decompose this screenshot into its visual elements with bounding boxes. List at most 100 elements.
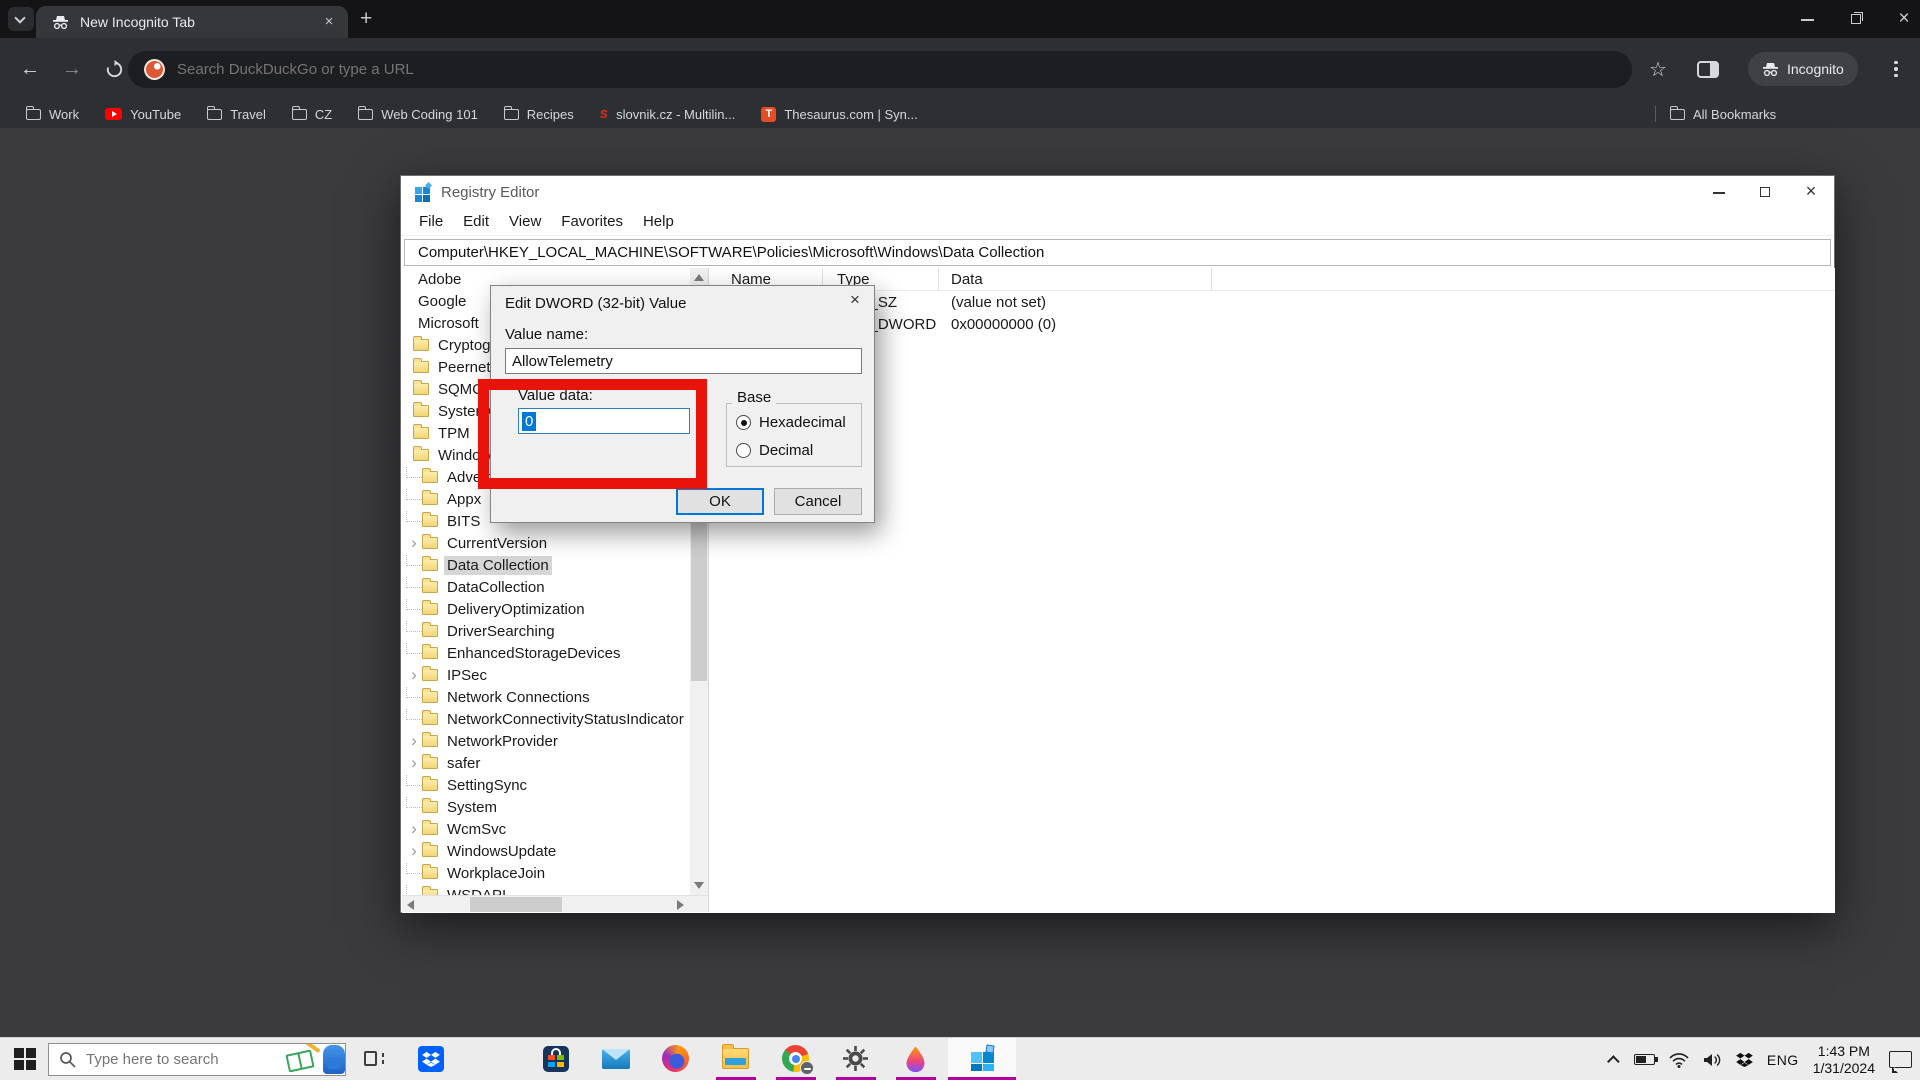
dropbox-tray-icon[interactable] <box>1736 1052 1753 1067</box>
registry-maximize-button[interactable] <box>1742 176 1788 208</box>
value-name-field[interactable] <box>505 348 862 374</box>
folder-icon <box>422 713 438 725</box>
battery-icon[interactable] <box>1634 1054 1655 1065</box>
browser-minimize-button[interactable] <box>1798 9 1818 29</box>
side-panel-icon[interactable] <box>1697 61 1719 78</box>
expand-arrow-icon[interactable]: › <box>406 841 422 861</box>
tree-item-safer[interactable]: ›safer <box>406 752 690 774</box>
language-indicator[interactable]: ENG <box>1767 1052 1799 1068</box>
bookmark-slovnik-cz-multilin[interactable]: sslovnik.cz - Multilin... <box>600 107 736 122</box>
registry-close-button[interactable]: × <box>1788 176 1834 208</box>
tree-item-datacollection[interactable]: DataCollection <box>406 576 690 598</box>
dialog-close-icon[interactable]: × <box>836 286 874 316</box>
tree-item-system[interactable]: System <box>406 796 690 818</box>
address-bar[interactable] <box>128 51 1632 88</box>
value-row-default[interactable]: (Default)REG_SZ(value not set) <box>709 291 1835 313</box>
tree-item-label: Network Connections <box>444 688 593 707</box>
tree-item-label: CurrentVersion <box>444 534 550 553</box>
registry-editor-taskbar-tile[interactable] <box>948 1038 1016 1080</box>
horizontal-scroll-thumb[interactable] <box>470 897 562 912</box>
expand-arrow-icon[interactable]: › <box>406 665 422 685</box>
bookmark-recipes[interactable]: Recipes <box>504 107 574 122</box>
tab-new-incognito[interactable]: New Incognito Tab × <box>36 6 348 38</box>
bookmark-travel[interactable]: Travel <box>207 107 266 122</box>
wifi-icon[interactable] <box>1669 1052 1689 1068</box>
radio-selected-icon[interactable] <box>736 415 751 430</box>
start-button[interactable] <box>14 1048 36 1070</box>
menu-view[interactable]: View <box>499 213 551 230</box>
paint-droplet-icon[interactable] <box>902 1045 930 1073</box>
ok-button[interactable]: OK <box>676 488 764 515</box>
bookmark-youtube[interactable]: YouTube <box>105 107 181 122</box>
registry-minimize-button[interactable] <box>1696 176 1742 208</box>
registry-address-bar[interactable]: Computer\HKEY_LOCAL_MACHINE\SOFTWARE\Pol… <box>404 239 1831 266</box>
scroll-right-icon[interactable] <box>677 900 684 910</box>
tree-item-networkprovider[interactable]: ›NetworkProvider <box>406 730 690 752</box>
back-icon[interactable]: ← <box>14 38 46 100</box>
menu-edit[interactable]: Edit <box>453 213 499 230</box>
reload-icon[interactable] <box>98 38 130 100</box>
expand-arrow-icon[interactable]: › <box>406 533 422 553</box>
menu-favorites[interactable]: Favorites <box>551 213 633 230</box>
all-bookmarks-button[interactable]: All Bookmarks <box>1670 107 1776 122</box>
forward-icon[interactable]: → <box>56 38 88 100</box>
bookmark-work[interactable]: Work <box>26 107 79 122</box>
column-header-data[interactable]: Data <box>939 268 1212 290</box>
tree-item-wcmsvc[interactable]: ›WcmSvc <box>406 818 690 840</box>
scroll-left-icon[interactable] <box>407 900 414 910</box>
browser-restore-button[interactable] <box>1846 9 1866 29</box>
tree-item-settingsync[interactable]: SettingSync <box>406 774 690 796</box>
tab-search-chevron-button[interactable] <box>8 7 34 31</box>
vertical-scroll-thumb[interactable] <box>691 501 707 681</box>
expand-arrow-icon[interactable]: › <box>406 753 422 773</box>
bookmark-thesaurus-com-syn[interactable]: TThesaurus.com | Syn... <box>761 107 917 122</box>
new-tab-button[interactable]: + <box>360 8 372 30</box>
firefox-icon[interactable] <box>662 1045 690 1073</box>
radio-decimal[interactable]: Decimal <box>736 442 813 459</box>
tree-item-currentversion[interactable]: › CurrentVersion <box>406 532 690 554</box>
expand-arrow-icon[interactable]: › <box>406 819 422 839</box>
radio-unselected-icon[interactable] <box>736 443 751 458</box>
bookmark-star-icon[interactable]: ☆ <box>1643 38 1673 100</box>
value-row-allowtelemetry[interactable]: AllowTelemetryREG_DWORD0x00000000 (0) <box>709 313 1835 335</box>
tree-item-network-connections[interactable]: Network Connections <box>406 686 690 708</box>
address-input[interactable] <box>177 61 1632 78</box>
settings-gear-icon[interactable] <box>842 1045 870 1073</box>
chrome-icon[interactable] <box>782 1045 810 1073</box>
taskbar-search-input[interactable] <box>86 1051 285 1068</box>
browser-close-button[interactable]: × <box>1894 9 1914 29</box>
scroll-down-icon[interactable] <box>694 882 704 889</box>
tab-close-icon[interactable]: × <box>320 13 338 31</box>
bookmark-label: YouTube <box>130 107 181 122</box>
tree-item-driversearching[interactable]: DriverSearching <box>406 620 690 642</box>
tree-item-networkconnectivitystatusindicator[interactable]: NetworkConnectivityStatusIndicator <box>406 708 690 730</box>
scroll-up-icon[interactable] <box>694 274 704 281</box>
microsoft-store-icon[interactable] <box>542 1045 570 1073</box>
tree-item-windowsupdate[interactable]: ›WindowsUpdate <box>406 840 690 862</box>
tree-item-ipsec[interactable]: ›IPSec <box>406 664 690 686</box>
registry-titlebar[interactable]: Registry Editor × <box>401 176 1834 208</box>
mail-icon[interactable] <box>602 1045 630 1073</box>
menu-help[interactable]: Help <box>633 213 684 230</box>
tree-item-deliveryoptimization[interactable]: DeliveryOptimization <box>406 598 690 620</box>
radio-hexadecimal[interactable]: Hexadecimal <box>736 414 846 431</box>
tray-expand-chevron-icon[interactable] <box>1611 1055 1620 1064</box>
volume-icon[interactable] <box>1703 1052 1722 1068</box>
action-center-icon[interactable] <box>1889 1051 1912 1068</box>
tree-horizontal-scrollbar[interactable] <box>402 895 708 912</box>
tree-item-wsdapi[interactable]: WSDAPI <box>406 884 690 895</box>
dropbox-taskbar-icon[interactable] <box>417 1045 445 1073</box>
browser-menu-icon[interactable] <box>1888 59 1904 79</box>
clock[interactable]: 1:43 PM 1/31/2024 <box>1813 1043 1875 1077</box>
taskbar-search-box[interactable] <box>48 1043 346 1076</box>
bookmark-cz[interactable]: CZ <box>292 107 332 122</box>
bookmark-web-coding-101[interactable]: Web Coding 101 <box>358 107 478 122</box>
tree-item-data-collection[interactable]: Data Collection <box>406 554 690 576</box>
cancel-button[interactable]: Cancel <box>774 488 862 515</box>
tree-item-enhancedstoragedevices[interactable]: EnhancedStorageDevices <box>406 642 690 664</box>
expand-arrow-icon[interactable]: › <box>406 731 422 751</box>
task-view-icon[interactable] <box>360 1049 384 1069</box>
file-explorer-icon[interactable] <box>722 1045 750 1073</box>
menu-file[interactable]: File <box>409 213 453 230</box>
tree-item-workplacejoin[interactable]: WorkplaceJoin <box>406 862 690 884</box>
